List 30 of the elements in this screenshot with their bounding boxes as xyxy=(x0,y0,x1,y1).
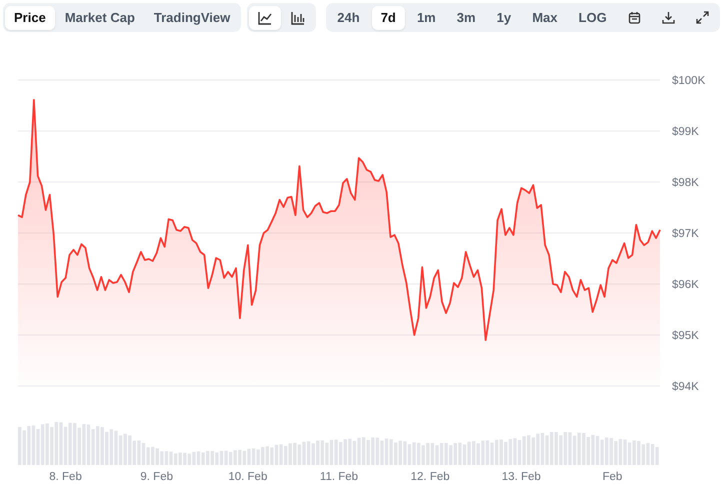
y-axis-label: $98K xyxy=(672,177,699,189)
download-icon xyxy=(662,11,675,24)
line-chart-button[interactable] xyxy=(249,6,282,30)
range-button[interactable]: 1m xyxy=(408,6,445,30)
y-axis-label: $96K xyxy=(672,279,699,291)
y-axis-label: $100K xyxy=(672,75,706,87)
x-axis-label: 12. Feb xyxy=(410,471,450,483)
view-tab[interactable]: Market Cap xyxy=(56,6,144,30)
view-tab[interactable]: Price xyxy=(5,6,55,30)
y-axis-label: $97K xyxy=(672,228,699,240)
range-button[interactable]: 3m xyxy=(448,6,485,30)
x-axis-label: 9. Feb xyxy=(140,471,173,483)
y-axis-label: $99K xyxy=(672,126,699,138)
bar-chart-icon xyxy=(291,10,306,24)
y-axis-label: $94K xyxy=(672,381,699,393)
x-axis-label: Feb xyxy=(602,471,622,483)
x-axis-label: 10. Feb xyxy=(228,471,268,483)
view-tab[interactable]: TradingView xyxy=(144,6,240,30)
range-button[interactable]: Max xyxy=(523,6,566,30)
expand-icon xyxy=(696,11,709,24)
y-axis-label: $95K xyxy=(672,330,699,342)
range-button[interactable]: 7d xyxy=(372,6,405,30)
line-chart-icon xyxy=(258,10,272,24)
range-button[interactable]: LOG xyxy=(570,6,616,30)
calendar-icon xyxy=(628,11,641,24)
x-axis-label: 11. Feb xyxy=(320,471,358,483)
x-axis-label: 13. Feb xyxy=(502,471,541,483)
range-button[interactable]: 24h xyxy=(328,6,369,30)
x-axis-label: 8. Feb xyxy=(49,471,82,483)
range-button[interactable]: 1y xyxy=(488,6,520,30)
